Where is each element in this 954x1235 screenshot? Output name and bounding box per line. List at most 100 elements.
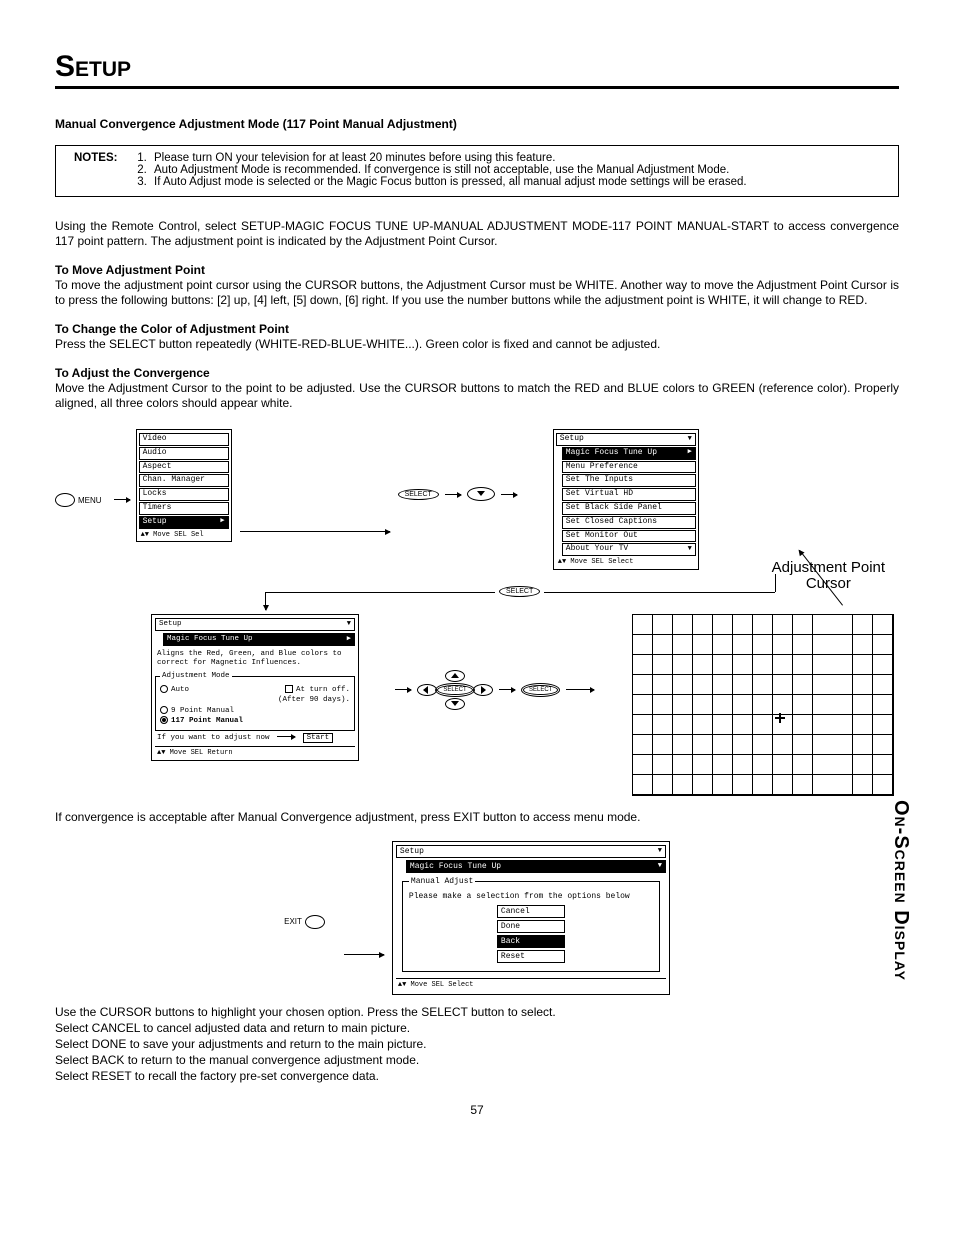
osd-detail-title: Setup▼	[155, 618, 355, 631]
grid-cell	[773, 755, 793, 775]
exit-text: EXIT	[284, 917, 302, 926]
arrow-icon	[395, 689, 411, 690]
grid-cell	[773, 655, 793, 675]
grid-cell	[693, 655, 713, 675]
done-button: Done	[497, 920, 565, 933]
osd-item-set-inputs: Set The Inputs	[562, 474, 696, 487]
grid-cell	[673, 775, 693, 795]
grid-cell	[793, 695, 813, 715]
notes-box: NOTES: Please turn ON your television fo…	[55, 145, 899, 197]
grid-cell	[753, 635, 773, 655]
grid-cell	[813, 655, 833, 675]
select-button: SELECT	[499, 586, 540, 597]
closing-instructions: Use the CURSOR buttons to highlight your…	[55, 1005, 899, 1083]
arrow-icon	[114, 499, 130, 500]
grid-cell	[793, 775, 813, 795]
grid-cell	[633, 635, 653, 655]
grid-cell	[873, 755, 893, 775]
grid-cell	[753, 615, 773, 635]
menu-button-label: MENU	[55, 493, 102, 507]
osd-footer: ▲▼ Move SEL Return	[155, 746, 355, 757]
manual-adjust-prompt: Please make a selection from the options…	[409, 892, 653, 901]
grid-cell	[753, 715, 773, 735]
adjustment-point-cursor-icon	[775, 713, 785, 723]
grid-cell	[693, 695, 713, 715]
arrow-icon	[240, 531, 390, 532]
color-body: Press the SELECT button repeatedly (WHIT…	[55, 337, 660, 351]
grid-cell	[693, 675, 713, 695]
grid-cell	[873, 635, 893, 655]
closing-line: Select DONE to save your adjustments and…	[55, 1037, 899, 1051]
osd-adjustment-mode: Setup▼ Magic Focus Tune Up▶ Aligns the R…	[151, 614, 359, 761]
grid-cell	[833, 735, 853, 755]
closing-line: Select BACK to return to the manual conv…	[55, 1053, 899, 1067]
grid-cell	[833, 695, 853, 715]
grid-cell	[833, 615, 853, 635]
opt-117point: 117 Point Manual	[160, 716, 350, 726]
grid-cell	[793, 715, 813, 735]
grid-cell	[693, 735, 713, 755]
osd-item-menu-pref: Menu Preference	[562, 461, 696, 474]
grid-cell	[873, 675, 893, 695]
select-button: SELECT	[398, 489, 439, 500]
grid-cell	[853, 655, 873, 675]
grid-cell	[713, 675, 733, 695]
back-button: Back	[497, 935, 565, 948]
grid-cell	[873, 615, 893, 635]
grid-cell	[793, 655, 813, 675]
adjustment-mode-fieldset: Adjustment Mode Auto At turn off. (After…	[155, 672, 355, 731]
grid-cell	[633, 755, 653, 775]
grid-cell	[673, 715, 693, 735]
grid-cell	[853, 675, 873, 695]
grid-cell	[653, 735, 673, 755]
start-button: Start	[303, 733, 334, 743]
after-adjust-paragraph: If convergence is acceptable after Manua…	[55, 810, 899, 825]
manual-adjust-legend: Manual Adjust	[409, 877, 475, 886]
grid-cell	[753, 755, 773, 775]
down-button-icon	[445, 698, 465, 710]
convergence-grid: Adjustment PointCursor // cells injected…	[632, 614, 894, 796]
grid-cell	[713, 655, 733, 675]
grid-cell	[653, 755, 673, 775]
grid-cell	[833, 715, 853, 735]
select-button: SELECT	[435, 683, 474, 697]
grid-cell	[873, 775, 893, 795]
exit-icon	[305, 915, 325, 929]
grid-cell	[853, 755, 873, 775]
grid-cell	[853, 635, 873, 655]
grid-cell	[733, 635, 753, 655]
grid-cell	[813, 775, 833, 795]
osd-exit-title: Setup▼	[396, 845, 666, 858]
figure-area: MENU Video Audio Aspect Chan. Manager Lo…	[55, 429, 899, 796]
grid-cell	[693, 755, 713, 775]
grid-cell	[813, 695, 833, 715]
arrow-icon	[445, 494, 461, 495]
osd-footer: ▲▼ Move SEL Select	[556, 557, 696, 567]
grid-cell	[873, 715, 893, 735]
move-heading: To Move Adjustment Point	[55, 263, 205, 277]
exit-button-label: EXIT	[284, 915, 328, 929]
grid-cell	[813, 755, 833, 775]
select-button: SELECT	[521, 683, 560, 697]
grid-cell	[873, 655, 893, 675]
arrow-icon	[499, 689, 515, 690]
grid-cell	[853, 615, 873, 635]
section-heading: Manual Convergence Adjustment Mode (117 …	[55, 117, 899, 131]
note-item: Please turn ON your television for at le…	[150, 152, 747, 164]
grid-cell	[853, 695, 873, 715]
closing-line: Use the CURSOR buttons to highlight your…	[55, 1005, 899, 1019]
grid-cell	[793, 675, 813, 695]
manual-adjust-fieldset: Manual Adjust Please make a selection fr…	[402, 877, 660, 972]
grid-cell	[713, 635, 733, 655]
grid-cell	[693, 635, 713, 655]
grid-cell	[713, 715, 733, 735]
grid-cell	[733, 655, 753, 675]
grid-cell	[653, 655, 673, 675]
grid-cell	[713, 615, 733, 635]
grid-cell	[833, 655, 853, 675]
grid-cell	[773, 675, 793, 695]
osd-item-aspect: Aspect	[139, 461, 229, 474]
move-body: To move the adjustment point cursor usin…	[55, 278, 899, 307]
grid-cell	[713, 775, 733, 795]
osd-item-black-side: Set Black Side Panel	[562, 502, 696, 515]
